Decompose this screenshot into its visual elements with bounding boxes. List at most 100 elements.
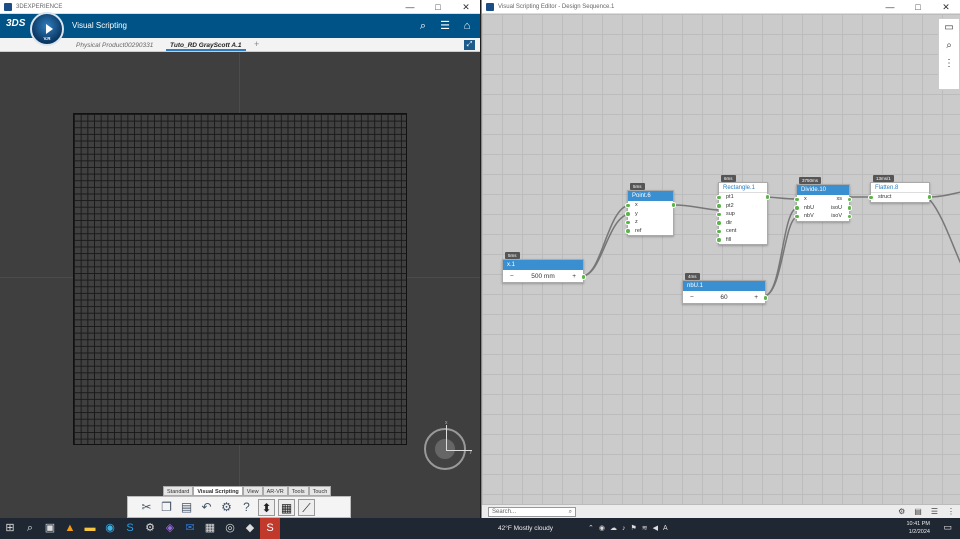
tab-physical-product[interactable]: Physical Product00290331 bbox=[72, 40, 157, 51]
input-port[interactable] bbox=[625, 228, 631, 234]
tab-view[interactable]: View bbox=[242, 486, 263, 496]
slider-icon[interactable]: ⋮ bbox=[939, 55, 959, 73]
port-cent[interactable]: cent bbox=[716, 227, 767, 236]
minimize-button[interactable]: — bbox=[396, 0, 424, 14]
search-icon[interactable]: ⌕ bbox=[416, 18, 430, 34]
input-port[interactable] bbox=[868, 194, 874, 200]
port-dir[interactable]: dir bbox=[716, 219, 767, 228]
nbu-slider[interactable]: − 60 + bbox=[683, 291, 765, 303]
map-icon[interactable]: ▭ bbox=[939, 19, 959, 37]
app-icon-3[interactable]: ◆ bbox=[240, 518, 260, 539]
output-port[interactable] bbox=[762, 295, 768, 301]
task-view-icon[interactable]: ▣ bbox=[40, 518, 60, 539]
menu-icon[interactable]: ☰ bbox=[438, 18, 452, 34]
weather-widget[interactable]: 42°F Mostly cloudy bbox=[498, 518, 553, 539]
tray-icon[interactable]: ⚑ bbox=[630, 518, 636, 539]
notification-icon[interactable]: ▭ bbox=[943, 522, 952, 533]
wifi-icon[interactable]: ≋ bbox=[642, 518, 648, 539]
tab-touch[interactable]: Touch bbox=[308, 486, 332, 496]
port-isov[interactable]: isoV bbox=[823, 212, 852, 221]
compass-widget[interactable]: V.R bbox=[30, 12, 64, 46]
node-divide[interactable]: 3750ms Divide.10 x nbU nbV xs isoU isoV bbox=[794, 177, 852, 222]
search-icon[interactable]: ⌕ bbox=[20, 518, 40, 539]
tab-tuto-grayscott[interactable]: Tuto_RD GrayScott A.1 bbox=[166, 40, 246, 51]
app-icon[interactable]: ▦ bbox=[200, 518, 220, 539]
vlc-icon[interactable]: ▲ bbox=[60, 518, 80, 539]
add-tab-button[interactable]: + bbox=[254, 39, 259, 49]
grid-surface[interactable] bbox=[73, 113, 407, 445]
port-nbu[interactable]: nbU bbox=[794, 204, 823, 213]
tab-standard[interactable]: Standard bbox=[163, 486, 194, 496]
port-nbv[interactable]: nbV bbox=[794, 212, 823, 221]
input-port[interactable] bbox=[794, 213, 800, 219]
port-pt1[interactable]: pt1 bbox=[716, 193, 767, 202]
viewer-icon[interactable]: ⬍ bbox=[258, 498, 275, 516]
x1-value[interactable]: 500 mm bbox=[514, 273, 572, 280]
output-port[interactable] bbox=[670, 202, 676, 208]
port-struct[interactable]: struct bbox=[868, 193, 929, 202]
output-port[interactable] bbox=[846, 205, 852, 211]
search-input[interactable]: Search... ⌕ bbox=[488, 507, 576, 517]
volume-icon[interactable]: ◀ bbox=[653, 518, 658, 539]
skype-icon[interactable]: S bbox=[120, 518, 140, 539]
graph-icon[interactable]: ⟋ bbox=[298, 498, 315, 516]
output-port[interactable] bbox=[764, 194, 770, 200]
node-nbu[interactable]: 4ms nbU.1 − 60 + bbox=[682, 273, 768, 304]
port-x[interactable]: x bbox=[794, 195, 823, 204]
port-fill[interactable]: fill bbox=[716, 236, 767, 245]
input-port[interactable] bbox=[716, 237, 722, 243]
editor-maximize-button[interactable]: □ bbox=[904, 0, 932, 14]
clock[interactable]: 10:41 PM 1/2/2024 bbox=[906, 520, 930, 536]
tray-icon[interactable]: ⌃ bbox=[588, 518, 594, 539]
port-sup[interactable]: sup bbox=[716, 210, 767, 219]
file-explorer-icon[interactable]: ▬ bbox=[80, 518, 100, 539]
tray-icon[interactable]: ◉ bbox=[599, 518, 605, 539]
output-port[interactable] bbox=[846, 213, 852, 219]
node-x1[interactable]: 5ms x.1 − 500 mm + bbox=[502, 252, 586, 283]
output-port[interactable] bbox=[926, 194, 932, 200]
port-pt2[interactable]: pt2 bbox=[716, 202, 767, 211]
editor-icon[interactable]: ▦ bbox=[278, 498, 295, 516]
tab-ar-vr[interactable]: AR-VR bbox=[262, 486, 288, 496]
settings-icon[interactable]: ⚙ bbox=[218, 499, 235, 516]
node-point[interactable]: 5ms Point.6 x y z ref bbox=[625, 183, 676, 236]
visual-studio-icon[interactable]: ◈ bbox=[160, 518, 180, 539]
zoom-icon[interactable]: ⌕ bbox=[939, 37, 959, 55]
tag-icon[interactable]: ⌂ bbox=[460, 18, 474, 34]
port-z[interactable]: z bbox=[625, 218, 673, 227]
output-port[interactable] bbox=[846, 196, 852, 202]
3d-viewport[interactable]: x y bbox=[0, 53, 480, 518]
input-port[interactable] bbox=[716, 220, 722, 226]
more-icon[interactable]: ⋮ bbox=[947, 506, 955, 518]
x1-slider[interactable]: − 500 mm + bbox=[503, 270, 583, 282]
outlook-icon[interactable]: ✉ bbox=[180, 518, 200, 539]
edge-icon[interactable]: ◉ bbox=[100, 518, 120, 539]
editor-minimize-button[interactable]: — bbox=[876, 0, 904, 14]
maximize-button[interactable]: □ bbox=[424, 0, 452, 14]
undo-icon[interactable]: ↶ bbox=[198, 499, 215, 516]
document-icon[interactable]: ▤ bbox=[914, 506, 922, 518]
copy-icon[interactable]: ❐ bbox=[158, 499, 175, 516]
input-port[interactable] bbox=[625, 202, 631, 208]
output-port[interactable] bbox=[580, 274, 586, 280]
input-port[interactable] bbox=[794, 205, 800, 211]
tab-tools[interactable]: Tools bbox=[287, 486, 309, 496]
3dexperience-taskbar-icon[interactable]: S bbox=[260, 518, 280, 539]
tray-icon[interactable]: ☁ bbox=[610, 518, 617, 539]
list-icon[interactable]: ☰ bbox=[931, 506, 938, 518]
windows-start-icon[interactable]: ⊞ bbox=[0, 518, 20, 539]
editor-close-button[interactable]: ✕ bbox=[932, 0, 960, 14]
increment-button[interactable]: + bbox=[754, 294, 758, 301]
settings-icon[interactable]: ⚙ bbox=[898, 506, 905, 518]
input-port[interactable] bbox=[625, 211, 631, 217]
help-icon[interactable]: ? bbox=[238, 499, 255, 516]
port-isou[interactable]: isoU bbox=[823, 204, 852, 213]
app-icon-2[interactable]: ◎ bbox=[220, 518, 240, 539]
input-port[interactable] bbox=[794, 196, 800, 202]
tab-visual-scripting[interactable]: Visual Scripting bbox=[193, 486, 243, 496]
input-port[interactable] bbox=[716, 228, 722, 234]
port-y[interactable]: y bbox=[625, 210, 673, 219]
port-xs[interactable]: xs bbox=[823, 195, 852, 204]
node-rectangle[interactable]: 6ms Rectangle.1 pt1 pt2 sup dir cent fil… bbox=[716, 175, 770, 245]
input-port[interactable] bbox=[716, 203, 722, 209]
